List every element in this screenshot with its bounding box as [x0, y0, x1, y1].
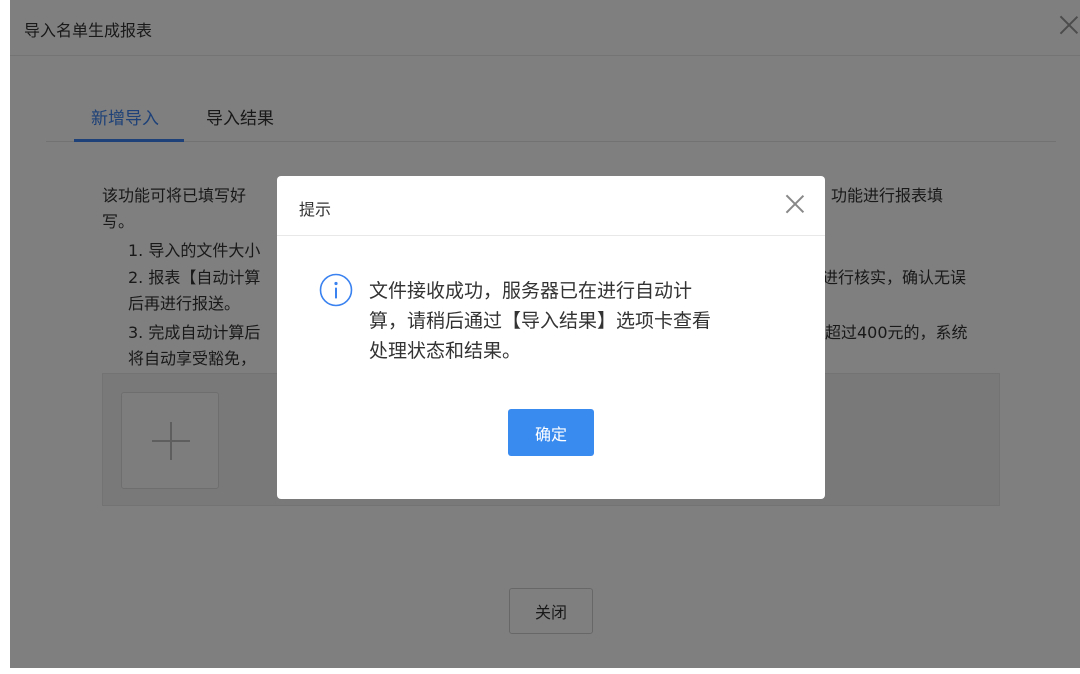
dialog-close-icon[interactable] [785, 194, 805, 214]
message-line: 处理状态和结果。 [369, 340, 522, 362]
dialog-title: 提示 [299, 200, 332, 219]
dialog-header: 提示 [277, 176, 825, 236]
confirm-button[interactable]: 确定 [508, 409, 594, 456]
dialog-message: 文件接收成功，服务器已在进行自动计 算，请稍后通过【导入结果】选项卡查看 处理状… [369, 276, 789, 366]
notice-dialog: 提示 文件接收成功，服务器已在进行自动计 算，请稍后通过【导入结果】选项卡查看 … [277, 176, 825, 499]
message-line: 文件接收成功，服务器已在进行自动计 [369, 280, 693, 302]
message-line: 算，请稍后通过【导入结果】选项卡查看 [369, 310, 712, 332]
info-icon [319, 273, 353, 307]
